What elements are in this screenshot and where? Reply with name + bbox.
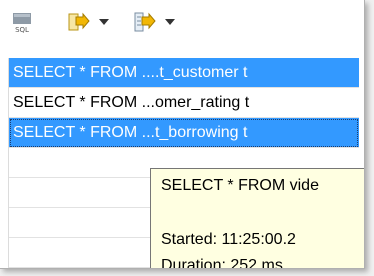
chevron-down-icon[interactable] <box>164 18 176 26</box>
tooltip-started-text: Started: 11:25:00.2 <box>161 231 296 248</box>
sql-history-panel: SQL SELECT * FROM ....t_customer t SELEC… <box>0 0 365 269</box>
list-item[interactable]: SELECT * FROM ...omer_rating t <box>9 88 359 118</box>
toolbar: SQL <box>0 0 364 44</box>
tooltip-duration-text: Duration: 252 ms <box>161 257 283 269</box>
list-item[interactable]: SELECT * FROM ...t_borrowing t <box>9 118 359 148</box>
sql-editor-icon[interactable]: SQL <box>12 12 32 34</box>
query-tooltip: SELECT * FROM vide Started: 11:25:00.2 D… <box>150 168 364 269</box>
svg-text:SQL: SQL <box>15 26 29 34</box>
list-item[interactable]: SELECT * FROM ....t_customer t <box>9 58 359 88</box>
chevron-down-icon[interactable] <box>98 18 110 26</box>
run-script-icon[interactable] <box>132 10 156 34</box>
run-query-icon[interactable] <box>66 10 90 34</box>
tooltip-query-text: SELECT * FROM vide <box>161 177 319 194</box>
